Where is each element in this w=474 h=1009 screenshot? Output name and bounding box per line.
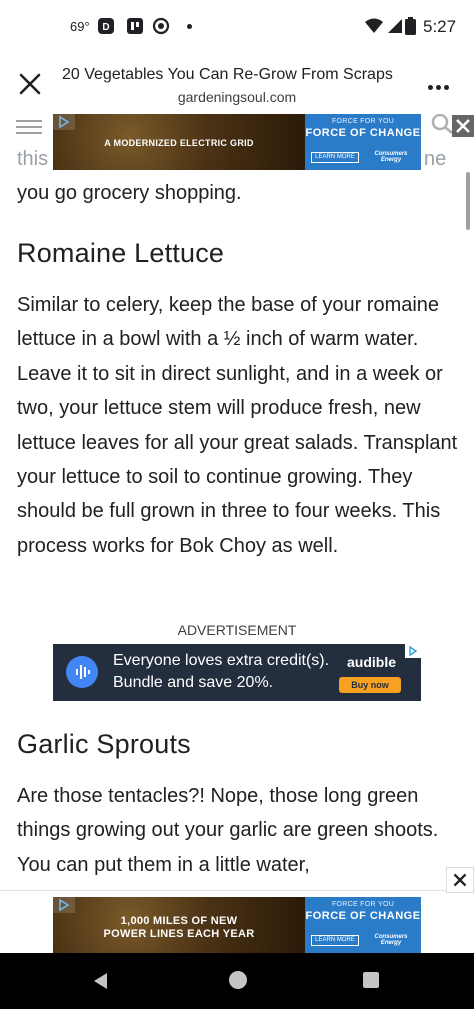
temperature-text: 69° (70, 19, 90, 34)
search-icon[interactable] (430, 114, 454, 134)
system-nav-bar (0, 953, 474, 1009)
signal-icon (388, 19, 402, 33)
bottom-banner-ad[interactable]: 1,000 MILES OF NEW POWER LINES EACH YEAR… (53, 897, 421, 953)
ad-tagline-big: FORCE OF CHANGE (305, 127, 421, 139)
article-peek-left: this (17, 148, 49, 170)
section-body-garlic: Are those tentacles?! Nope, those long g… (17, 785, 439, 876)
close-ad-icon[interactable] (452, 115, 474, 137)
notification-dot-icon (187, 24, 192, 29)
ad-brand: Consumers Energy (374, 934, 408, 946)
svg-text:D: D (102, 22, 109, 33)
ad-choices-icon[interactable] (405, 644, 421, 658)
top-banner-ad[interactable]: A MODERNIZED ELECTRIC GRID FORCE FOR YOU… (53, 114, 421, 170)
disney-plus-icon: D (98, 18, 114, 34)
section-body-romaine: Similar to celery, keep the base of your… (17, 294, 458, 557)
article-peek-right: ne (424, 148, 447, 170)
ad-tagline-small: FORCE FOR YOU (331, 901, 395, 908)
recent-apps-icon[interactable] (363, 972, 379, 988)
home-icon[interactable] (229, 971, 247, 989)
close-ad-icon[interactable] (446, 867, 474, 893)
ad-brand: Consumers Energy (374, 151, 408, 163)
audio-wave-icon (66, 656, 98, 688)
scrollbar-thumb[interactable] (466, 172, 470, 230)
section-heading-garlic: Garlic Sprouts (17, 729, 191, 759)
ad-choices-icon[interactable] (53, 897, 75, 913)
ad-tagline-small: FORCE FOR YOU (331, 118, 395, 125)
ad-line-1: Everyone loves extra credit(s). (113, 652, 330, 669)
page-domain: gardeningsoul.com (177, 89, 297, 105)
ad-headline: A MODERNIZED ELECTRIC GRID (104, 138, 254, 148)
back-icon[interactable] (91, 971, 111, 991)
buy-now-button[interactable]: Buy now (339, 677, 401, 693)
ad-headline-2: POWER LINES EACH YEAR (103, 928, 255, 940)
clock-text: 5:27 (423, 17, 457, 36)
ad-tagline-big: FORCE OF CHANGE (305, 910, 421, 922)
ad-learn-more-button[interactable]: LEARN MORE (311, 152, 359, 163)
audible-logo: audible (347, 654, 397, 670)
audible-ad[interactable]: Everyone loves extra credit(s). Bundle a… (53, 644, 421, 701)
wifi-icon (365, 18, 383, 33)
section-heading-romaine: Romaine Lettuce (17, 238, 225, 268)
advertisement-label: ADVERTISEMENT (177, 622, 297, 638)
custom-tab-header: 20 Vegetables You Can Re-Grow From Scrap… (0, 52, 474, 114)
ad-choices-icon[interactable] (53, 114, 75, 130)
menu-icon[interactable] (16, 120, 42, 134)
ad-learn-more-button[interactable]: LEARN MORE (311, 935, 359, 946)
app-icon (127, 18, 143, 34)
record-icon (152, 17, 170, 35)
close-icon[interactable] (14, 68, 46, 100)
status-bar: 69° D 5:27 (0, 0, 474, 52)
intro-end-text: you go grocery shopping. (17, 182, 242, 204)
ad-panel: FORCE FOR YOU FORCE OF CHANGE LEARN MORE… (305, 114, 421, 170)
ad-line-2: Bundle and save 20%. (113, 674, 274, 691)
battery-icon (405, 17, 416, 35)
ad-panel: FORCE FOR YOU FORCE OF CHANGE LEARN MORE… (305, 897, 421, 953)
page-title: 20 Vegetables You Can Re-Grow From Scrap… (62, 66, 393, 83)
ad-headline-1: 1,000 MILES OF NEW (120, 915, 238, 927)
more-options-icon[interactable] (428, 77, 460, 90)
